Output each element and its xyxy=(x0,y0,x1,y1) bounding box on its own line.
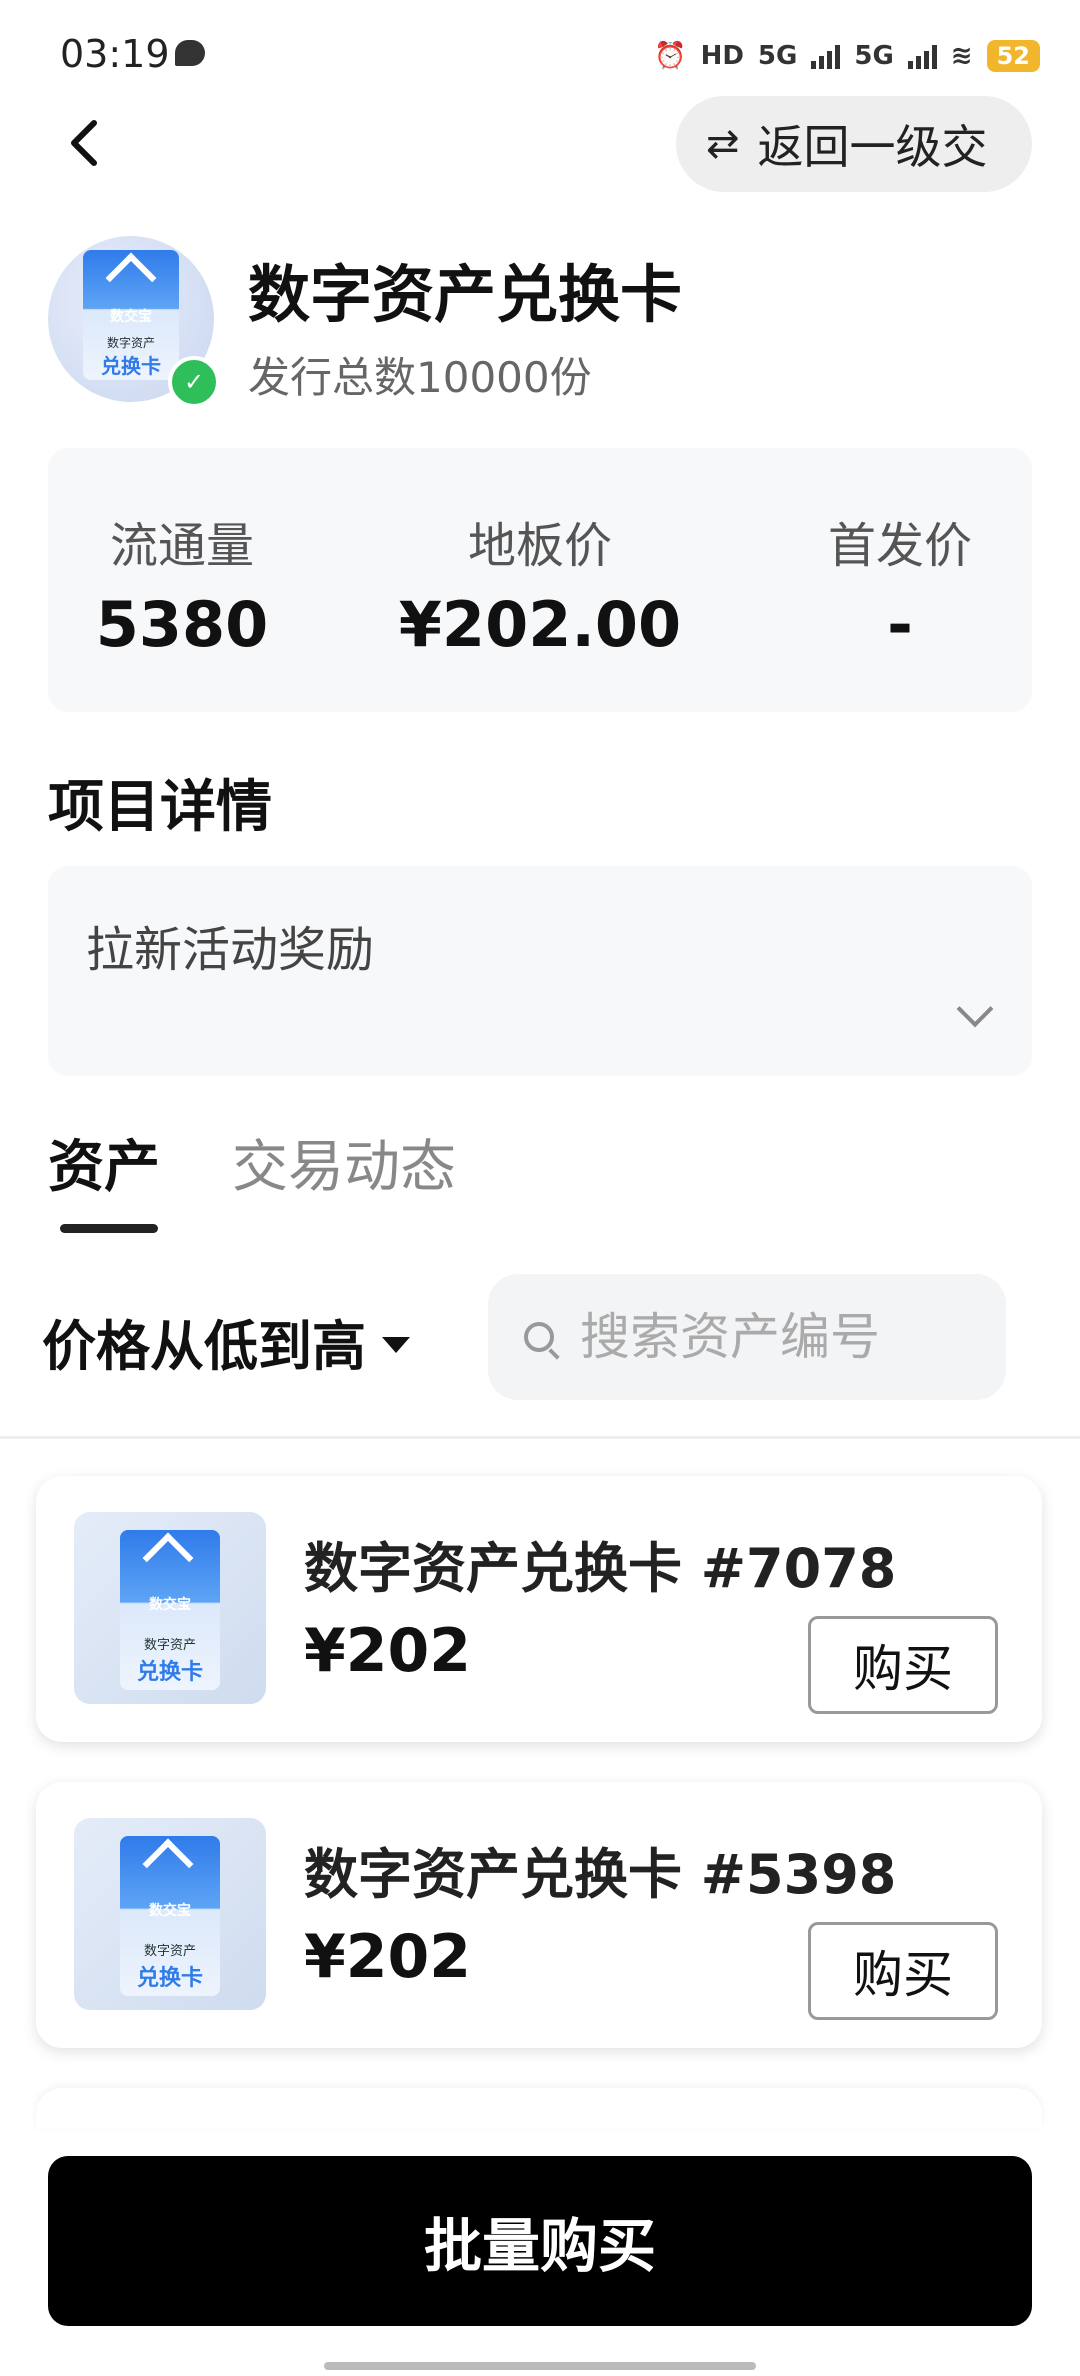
listing-thumbnail: 数交宝 数字资产 兑换卡 xyxy=(74,1512,266,1704)
search-input[interactable] xyxy=(578,1307,962,1367)
hd-label: HD xyxy=(700,41,744,71)
listing-price: ¥202 xyxy=(304,1616,471,1686)
section-divider xyxy=(0,1436,1080,1439)
listing-card[interactable]: 数交宝 数字资产 兑换卡 数字资产兑换卡 #7078 ¥202 购买 xyxy=(36,1476,1042,1742)
swap-arrows-icon: ⇄ xyxy=(706,121,740,167)
asset-card-image: 数交宝 数字资产 兑换卡 xyxy=(120,1836,220,1996)
tab-assets[interactable]: 资产 xyxy=(48,1122,160,1203)
circulation-label: 流通量 xyxy=(109,518,254,574)
badge-brand: 数交宝 xyxy=(149,1597,191,1613)
buy-button[interactable]: 购买 xyxy=(808,1922,998,2020)
status-time: 03:19 xyxy=(60,32,170,76)
listing-thumbnail: 数交宝 数字资产 兑换卡 xyxy=(74,1818,266,2010)
home-indicator[interactable] xyxy=(324,2362,756,2370)
badge-keyword: 兑换卡 xyxy=(136,1966,203,1991)
sim-a-label: 5G xyxy=(757,41,798,71)
badge-sub: 数字资产 xyxy=(106,336,155,350)
stats-panel: 流通量 5380 地板价 ¥202.00 首发价 - xyxy=(48,448,1032,712)
badge-sub: 数字资产 xyxy=(143,1944,196,1959)
return-level-one-label: 返回一级交 xyxy=(757,120,988,174)
listing-card-peek xyxy=(36,2088,1042,2128)
signal-b-icon xyxy=(907,43,937,69)
badge-keyword: 兑换卡 xyxy=(101,354,161,378)
status-icons: ⏰ HD 5G 5G ≋ 52 xyxy=(654,36,1040,76)
asset-issue-total: 发行总数10000份 xyxy=(248,353,592,402)
badge-keyword: 兑换卡 xyxy=(136,1660,203,1685)
verified-check-icon: ✓ xyxy=(168,356,220,408)
badge-sub: 数字资产 xyxy=(143,1638,196,1653)
listing-card[interactable]: 数交宝 数字资产 兑换卡 数字资产兑换卡 #5398 ¥202 购买 xyxy=(36,1782,1042,2048)
listing-title: 数字资产兑换卡 #7078 xyxy=(304,1537,897,1600)
buy-button[interactable]: 购买 xyxy=(808,1616,998,1714)
chevron-left-icon xyxy=(71,120,97,166)
listing-price: ¥202 xyxy=(304,1922,471,1992)
sort-dropdown[interactable]: 价格从低到高 xyxy=(42,1302,410,1381)
alarm-icon: ⏰ xyxy=(654,41,687,71)
project-details-title: 项目详情 xyxy=(48,775,272,840)
brand-logo-icon xyxy=(105,252,157,304)
sort-label: 价格从低到高 xyxy=(42,1315,366,1378)
asset-card-image: 数交宝 数字资产 兑换卡 xyxy=(120,1530,220,1690)
caret-down-icon xyxy=(382,1336,410,1353)
brand-logo-icon xyxy=(142,1532,194,1584)
asset-title: 数字资产兑换卡 xyxy=(248,258,683,331)
bulk-buy-button[interactable]: 批量购买 xyxy=(48,2156,1032,2326)
return-level-one-button[interactable]: ⇄ 返回一级交 xyxy=(676,96,1032,192)
listing-title: 数字资产兑换卡 #5398 xyxy=(304,1843,897,1906)
floor-price-value: ¥202.00 xyxy=(398,588,682,661)
search-icon xyxy=(524,1322,554,1352)
circulation-value: 5380 xyxy=(95,588,269,661)
asset-card-image: 数交宝 数字资产 兑换卡 xyxy=(83,250,179,380)
project-details-box[interactable]: 拉新活动奖励 xyxy=(48,866,1032,1076)
brand-logo-icon xyxy=(142,1838,194,1890)
active-tab-indicator xyxy=(60,1224,158,1233)
search-box[interactable] xyxy=(488,1274,1006,1400)
badge-brand: 数交宝 xyxy=(110,309,152,325)
wifi-icon: ≋ xyxy=(950,41,973,71)
signal-a-icon xyxy=(811,43,841,69)
project-details-text: 拉新活动奖励 xyxy=(86,922,375,978)
back-button[interactable] xyxy=(60,115,116,171)
message-icon xyxy=(175,40,205,66)
initial-price-value: - xyxy=(887,588,913,661)
sim-b-label: 5G xyxy=(854,41,894,71)
initial-price-label: 首发价 xyxy=(827,518,972,574)
floor-price-label: 地板价 xyxy=(467,518,612,574)
tab-trade-activity[interactable]: 交易动态 xyxy=(232,1122,456,1203)
chevron-down-icon[interactable] xyxy=(956,990,994,1028)
battery-icon: 52 xyxy=(986,40,1040,72)
badge-brand: 数交宝 xyxy=(149,1903,191,1919)
status-bar: 03:19 ⏰ HD 5G 5G ≋ 52 xyxy=(0,0,1080,110)
